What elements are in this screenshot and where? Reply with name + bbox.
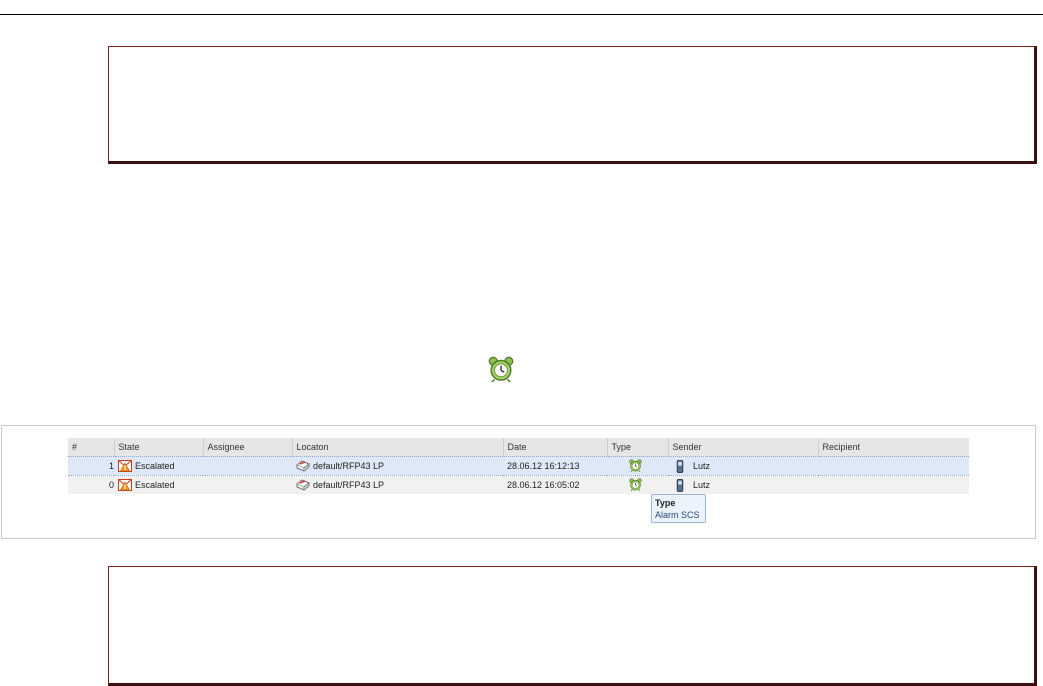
note-box-bottom bbox=[108, 566, 1037, 686]
col-assignee[interactable]: Assignee bbox=[203, 438, 293, 457]
alarm-table: # State Assignee Locaton Date Type Sende… bbox=[68, 438, 969, 494]
sender-cell: Lutz bbox=[668, 475, 818, 494]
location-cell: default/RFP43 LP bbox=[292, 475, 503, 494]
state-label: Escalated bbox=[135, 480, 175, 490]
top-rule bbox=[0, 14, 1043, 15]
state-label: Escalated bbox=[135, 461, 175, 471]
alarm-clock-icon[interactable] bbox=[629, 478, 642, 491]
date-cell: 28.06.12 16:05:02 bbox=[503, 475, 607, 494]
col-date[interactable]: Date bbox=[503, 438, 608, 457]
tooltip-title: Type bbox=[655, 498, 676, 508]
col-type[interactable]: Type bbox=[607, 438, 669, 457]
row-number: 0 bbox=[68, 475, 114, 494]
location-cell: default/RFP43 LP bbox=[292, 456, 503, 476]
location-icon bbox=[296, 460, 310, 472]
type-tooltip: Type Alarm SCS bbox=[651, 494, 706, 523]
type-cell bbox=[607, 475, 668, 494]
recipient-cell bbox=[818, 456, 969, 476]
col-state[interactable]: State bbox=[114, 438, 204, 457]
escalated-icon bbox=[118, 460, 132, 472]
table-row[interactable]: 0 Escalated default/RFP43 LP 28.06.12 16… bbox=[68, 475, 969, 494]
alarm-clock-icon bbox=[488, 356, 514, 382]
assignee-cell bbox=[203, 456, 292, 476]
row-number: 1 bbox=[68, 456, 114, 476]
col-number[interactable]: # bbox=[68, 438, 115, 457]
sender-label: Lutz bbox=[693, 461, 711, 471]
phone-icon bbox=[676, 479, 684, 492]
recipient-cell bbox=[818, 475, 969, 494]
col-sender[interactable]: Sender bbox=[668, 438, 819, 457]
escalated-icon bbox=[118, 479, 132, 491]
tooltip-body: Alarm SCS bbox=[655, 510, 700, 520]
col-recipient[interactable]: Recipient bbox=[818, 438, 969, 457]
state-cell: Escalated bbox=[114, 475, 203, 494]
alarm-clock-icon[interactable] bbox=[629, 459, 642, 472]
location-label: default/RFP43 LP bbox=[313, 461, 385, 471]
assignee-cell bbox=[203, 475, 292, 494]
date-cell: 28.06.12 16:12:13 bbox=[503, 456, 607, 476]
state-cell: Escalated bbox=[114, 456, 203, 476]
location-label: default/RFP43 LP bbox=[313, 480, 385, 490]
phone-icon bbox=[676, 460, 684, 473]
type-cell bbox=[607, 456, 668, 476]
col-location[interactable]: Locaton bbox=[292, 438, 504, 457]
location-icon bbox=[296, 479, 310, 491]
sender-cell: Lutz bbox=[668, 456, 818, 476]
table-row[interactable]: 1 Escalated default/RFP43 LP 28.06.12 16… bbox=[68, 456, 969, 476]
table-header-row: # State Assignee Locaton Date Type Sende… bbox=[68, 438, 969, 457]
sender-label: Lutz bbox=[693, 480, 711, 490]
note-box-top bbox=[108, 46, 1037, 164]
